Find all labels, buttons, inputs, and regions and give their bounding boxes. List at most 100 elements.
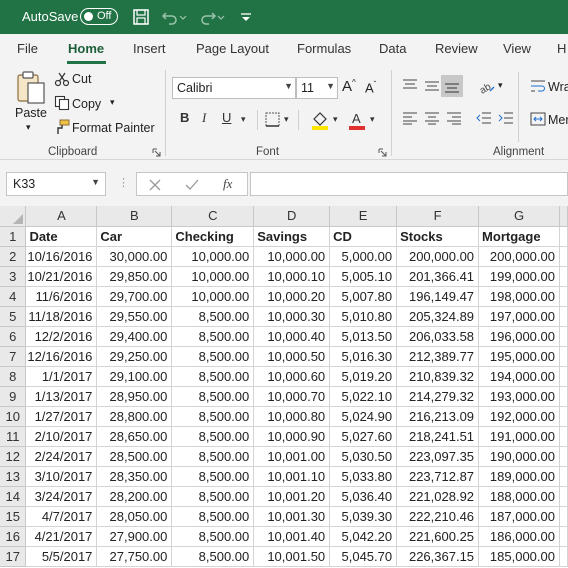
row-header[interactable]: 11 xyxy=(0,426,27,447)
cell[interactable]: 198,000.00 xyxy=(478,286,560,307)
header-cell[interactable]: Car xyxy=(96,226,173,247)
header-cell[interactable]: CD xyxy=(329,226,398,247)
cell[interactable]: 5,030.50 xyxy=(329,446,398,467)
row-header[interactable]: 9 xyxy=(0,386,27,407)
increase-indent-icon[interactable] xyxy=(498,111,514,125)
format-painter-button[interactable]: Format Painter xyxy=(72,121,155,135)
cell[interactable]: 2/24/2017 xyxy=(25,446,98,467)
cell[interactable]: 196,000.00 xyxy=(478,326,560,347)
cell[interactable]: 195,000.00 xyxy=(478,346,560,367)
cell[interactable]: 29,550.00 xyxy=(96,306,173,327)
row-header[interactable]: 8 xyxy=(0,366,27,387)
cell[interactable] xyxy=(559,506,568,527)
cell[interactable]: 10,000.00 xyxy=(253,246,331,267)
cell[interactable]: 5,024.90 xyxy=(329,406,398,427)
cell[interactable] xyxy=(559,266,568,287)
row-header[interactable]: 3 xyxy=(0,266,27,287)
cell[interactable]: 221,600.25 xyxy=(396,526,480,547)
format-painter-icon[interactable] xyxy=(54,119,70,135)
header-cell[interactable]: Checking xyxy=(171,226,255,247)
row-header[interactable]: 13 xyxy=(0,466,27,487)
cell[interactable]: 29,100.00 xyxy=(96,366,173,387)
autosave-toggle[interactable]: Off xyxy=(80,8,118,25)
cell[interactable] xyxy=(559,226,568,247)
cell[interactable]: 10,000.60 xyxy=(253,366,331,387)
font-color-dropdown-icon[interactable]: ▾ xyxy=(370,114,375,125)
cell[interactable]: 10/16/2016 xyxy=(25,246,98,267)
row-header[interactable]: 16 xyxy=(0,526,27,547)
align-right-icon[interactable] xyxy=(446,111,462,125)
orientation-dropdown-icon[interactable]: ▾ xyxy=(498,80,503,91)
cell[interactable]: 10,000.10 xyxy=(253,266,331,287)
font-name-select[interactable]: Calibri ▼ xyxy=(172,77,296,99)
column-header-f[interactable]: F xyxy=(396,206,480,227)
cell[interactable] xyxy=(559,526,568,547)
header-cell[interactable]: Mortgage xyxy=(478,226,560,247)
cell[interactable]: 8,500.00 xyxy=(171,346,255,367)
decrease-font-size-icon[interactable]: Aˇ xyxy=(365,80,376,95)
cell[interactable]: 29,700.00 xyxy=(96,286,173,307)
cell[interactable]: 5,022.10 xyxy=(329,386,398,407)
undo-dropdown-icon[interactable] xyxy=(178,7,188,27)
cell[interactable]: 10,000.00 xyxy=(171,286,255,307)
bottom-align-icon[interactable] xyxy=(444,78,460,94)
cell[interactable]: 223,097.35 xyxy=(396,446,480,467)
cell[interactable]: 1/1/2017 xyxy=(25,366,98,387)
cell[interactable]: 12/2/2016 xyxy=(25,326,98,347)
cell[interactable]: 10,000.00 xyxy=(171,246,255,267)
cell[interactable]: 221,028.92 xyxy=(396,486,480,507)
cell[interactable]: 192,000.00 xyxy=(478,406,560,427)
cell[interactable]: 30,000.00 xyxy=(96,246,173,267)
column-header-e[interactable]: E xyxy=(329,206,398,227)
font-color-icon[interactable]: A xyxy=(348,110,366,130)
cell[interactable]: 29,250.00 xyxy=(96,346,173,367)
cell[interactable]: 5,007.80 xyxy=(329,286,398,307)
tab-view[interactable]: View xyxy=(503,41,531,56)
cell[interactable]: 5,027.60 xyxy=(329,426,398,447)
underline-button[interactable]: U xyxy=(222,110,231,125)
cell[interactable]: 10,000.20 xyxy=(253,286,331,307)
column-header-overflow[interactable] xyxy=(559,206,568,227)
cell[interactable]: 8,500.00 xyxy=(171,486,255,507)
cell[interactable] xyxy=(559,486,568,507)
cell[interactable]: 10,000.90 xyxy=(253,426,331,447)
align-left-icon[interactable] xyxy=(402,111,418,125)
cell[interactable]: 10,001.10 xyxy=(253,466,331,487)
cell[interactable]: 8,500.00 xyxy=(171,306,255,327)
cell[interactable] xyxy=(559,366,568,387)
cell[interactable]: 3/24/2017 xyxy=(25,486,98,507)
cell[interactable]: 5,033.80 xyxy=(329,466,398,487)
tab-help[interactable]: H xyxy=(557,41,566,56)
row-header[interactable]: 4 xyxy=(0,286,27,307)
cell[interactable]: 199,000.00 xyxy=(478,266,560,287)
cell[interactable]: 5,019.20 xyxy=(329,366,398,387)
cell[interactable]: 191,000.00 xyxy=(478,426,560,447)
cell[interactable]: 28,500.00 xyxy=(96,446,173,467)
column-header-d[interactable]: D xyxy=(253,206,331,227)
cell[interactable] xyxy=(559,406,568,427)
cell[interactable]: 28,800.00 xyxy=(96,406,173,427)
increase-font-size-icon[interactable]: A^ xyxy=(342,78,356,95)
align-center-icon[interactable] xyxy=(424,111,440,125)
cut-icon[interactable] xyxy=(54,71,70,87)
header-cell[interactable]: Stocks xyxy=(396,226,480,247)
middle-align-icon[interactable] xyxy=(424,78,440,92)
cell[interactable] xyxy=(559,426,568,447)
cell[interactable]: 8,500.00 xyxy=(171,406,255,427)
cell[interactable]: 216,213.09 xyxy=(396,406,480,427)
cell[interactable]: 5,042.20 xyxy=(329,526,398,547)
cell[interactable]: 5,013.50 xyxy=(329,326,398,347)
merge-center-button[interactable]: Mer xyxy=(548,113,568,127)
select-all-corner[interactable] xyxy=(0,206,27,227)
column-header-c[interactable]: C xyxy=(171,206,255,227)
cell[interactable]: 4/21/2017 xyxy=(25,526,98,547)
cell[interactable]: 28,200.00 xyxy=(96,486,173,507)
row-header[interactable]: 7 xyxy=(0,346,27,367)
undo-icon[interactable] xyxy=(160,7,180,27)
cell[interactable] xyxy=(559,246,568,267)
row-header[interactable]: 2 xyxy=(0,246,27,267)
header-cell[interactable]: Date xyxy=(25,226,98,247)
clipboard-launcher-icon[interactable] xyxy=(152,148,161,157)
cell[interactable]: 8,500.00 xyxy=(171,446,255,467)
copy-icon[interactable] xyxy=(54,95,70,111)
